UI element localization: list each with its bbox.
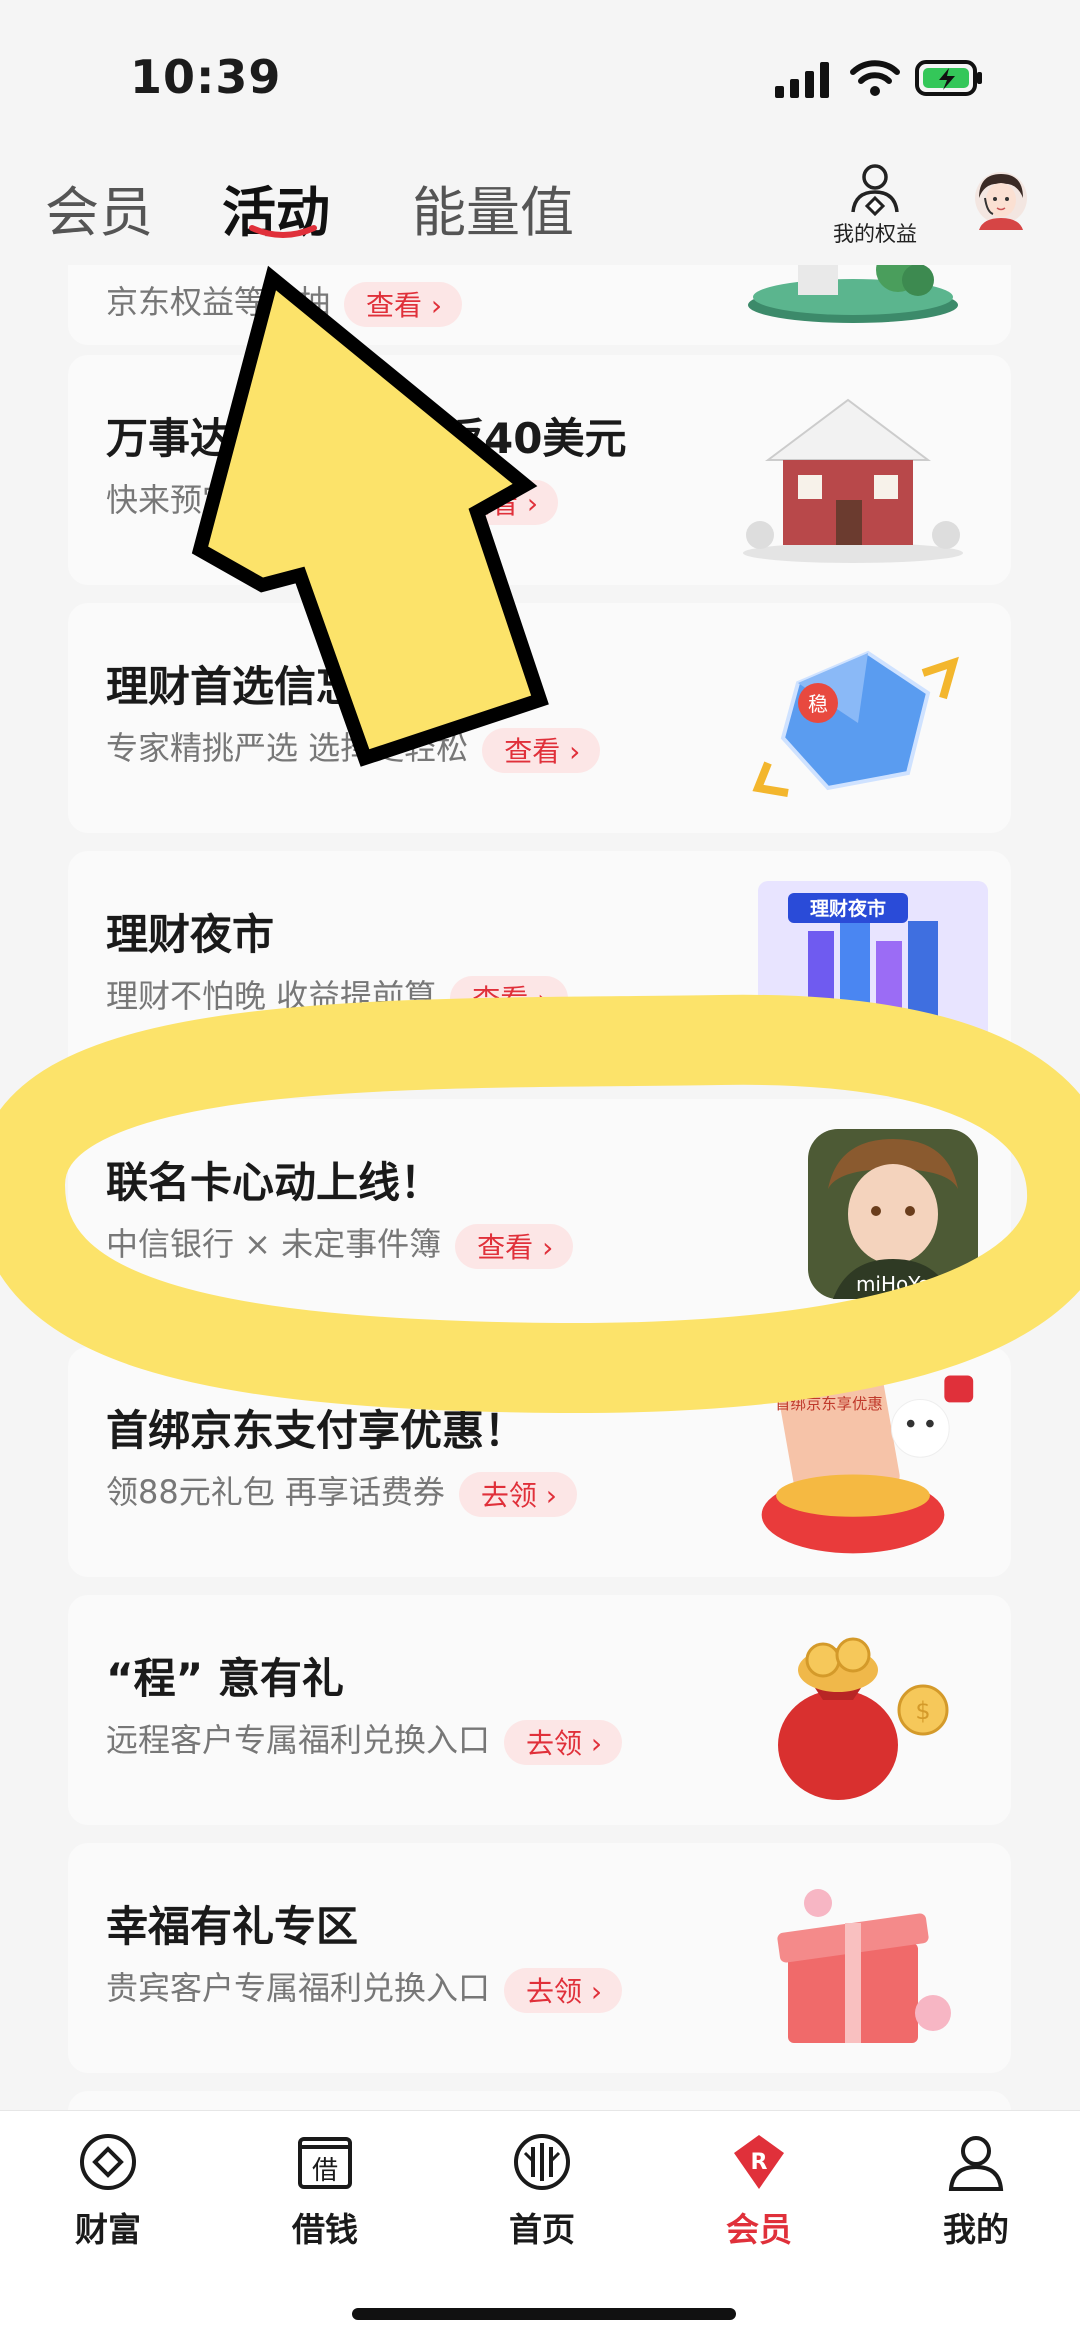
activity-list[interactable]: 京东权益等你抽 查看 › 万事达卡境外最高返40美元 快来预定境外酒店民宿 查看 ›	[0, 265, 1080, 2110]
activity-card-mastercard[interactable]: 万事达卡境外最高返40美元 快来预定境外酒店民宿 查看 ›	[68, 355, 1011, 585]
status-bar: 10:39	[0, 0, 1080, 150]
svg-text:R: R	[751, 2150, 768, 2175]
my-rights-label: 我的权益	[833, 222, 917, 246]
nav-item-home[interactable]: 首页	[472, 2131, 612, 2251]
house-illustration-icon	[743, 398, 963, 563]
card-title: 首绑京东支付享优惠！	[106, 1406, 527, 1455]
home-icon	[514, 2134, 570, 2190]
night-market-image-text: 理财夜市	[810, 897, 886, 920]
nav-item-wealth[interactable]: 财富	[38, 2131, 178, 2251]
wifi-icon	[850, 60, 900, 96]
money-bag-illustration-icon: $	[778, 1637, 949, 1800]
status-time: 10:39	[130, 50, 282, 104]
my-rights-button[interactable]: 我的权益	[825, 162, 925, 248]
card-title: 理财夜市	[106, 910, 275, 959]
activity-card-happiness-gift[interactable]: 幸福有礼专区 贵宾客户专属福利兑换入口 去领 ›	[68, 1843, 1011, 2073]
view-button[interactable]: 查看 ›	[440, 479, 559, 525]
customer-service-avatar-icon[interactable]	[973, 168, 1029, 234]
borrow-icon: 借	[298, 2137, 352, 2189]
svg-text:借: 借	[312, 2156, 338, 2186]
jd-gift-illustration-icon: 首绑京东享优惠	[761, 1367, 974, 1554]
nav-label: 借钱	[292, 2210, 358, 2249]
view-button[interactable]: 查看 ›	[450, 975, 569, 1021]
card-title: “程” 意有礼	[106, 1654, 344, 1703]
island-illustration-icon	[748, 265, 958, 323]
svg-text:稳: 稳	[808, 692, 828, 716]
profile-icon	[948, 2136, 1004, 2191]
activity-card-jd-rights[interactable]: 京东权益等你抽 查看 ›	[68, 265, 1011, 345]
claim-button[interactable]: 去领 ›	[458, 1471, 578, 1517]
mihoyo-logo-text: miHoYo	[856, 1272, 930, 1296]
battery-charging-icon	[915, 60, 982, 96]
gift-box-illustration-icon	[777, 1889, 951, 2043]
nav-label: 首页	[509, 2210, 575, 2249]
card-title: 幸福有礼专区	[106, 1902, 359, 1951]
activity-card-wealth-pick[interactable]: 理财首选信忘 专家精挑严选 选择更轻松 查看 › 稳	[68, 603, 1011, 833]
card-subtitle: 快来预定境外酒店民宿 查看 ›	[106, 475, 559, 525]
stable-gem-illustration-icon: 稳	[752, 650, 959, 797]
game-character-illustration-icon: miHoYo	[808, 1129, 978, 1299]
nav-item-profile[interactable]: 我的	[906, 2131, 1046, 2251]
activity-card-jd-pay[interactable]: 首绑京东支付享优惠！ 领88元礼包 再享话费券 去领 › 首绑京东享优惠	[68, 1347, 1011, 1577]
wealth-icon	[80, 2134, 136, 2190]
card-title: 联名卡心动上线！	[106, 1158, 443, 1207]
card-subtitle: 专家精挑严选 选择更轻松 查看 ›	[106, 723, 601, 773]
card-subtitle: 领88元礼包 再享话费券 去领 ›	[106, 1467, 578, 1517]
card-subtitle: 理财不怕晚 收益提前算 查看 ›	[106, 971, 569, 1021]
nav-label: 会员	[726, 2210, 792, 2249]
jd-gift-image-text: 首绑京东享优惠	[775, 1395, 883, 1413]
activity-card-night-market[interactable]: 理财夜市 理财不怕晚 收益提前算 查看 › 理财夜市	[68, 851, 1011, 1081]
cellular-signal-icon	[775, 62, 829, 98]
card-title: 万事达卡境外最高返40美元	[106, 414, 627, 463]
nav-label: 财富	[75, 2210, 141, 2249]
activity-card-partial[interactable]	[68, 2091, 1011, 2110]
nav-item-member[interactable]: R 会员	[689, 2131, 829, 2251]
member-icon: R	[734, 2135, 784, 2189]
nav-label: 我的	[943, 2210, 1009, 2249]
activity-card-remote-gift[interactable]: “程” 意有礼 远程客户专属福利兑换入口 去领 › $	[68, 1595, 1011, 1825]
card-subtitle: 远程客户专属福利兑换入口 去领 ›	[106, 1715, 623, 1765]
activity-card-cobrand[interactable]: 联名卡心动上线！ 中信银行 × 未定事件簿 查看 › miHoYo	[68, 1099, 1011, 1329]
tab-energy[interactable]: 能量值	[412, 168, 574, 247]
view-button[interactable]: 查看 ›	[482, 727, 601, 773]
card-subtitle: 贵宾客户专属福利兑换入口 去领 ›	[106, 1963, 623, 2013]
active-tab-indicator	[249, 225, 317, 238]
home-indicator	[352, 2308, 736, 2320]
svg-text:$: $	[915, 1697, 930, 1725]
rights-user-icon	[851, 164, 899, 216]
card-subtitle: 京东权益等你抽 查看 ›	[106, 277, 463, 327]
view-button[interactable]: 查看 ›	[455, 1223, 574, 1269]
view-button[interactable]: 查看 ›	[344, 281, 463, 327]
tab-member[interactable]: 会员	[45, 168, 153, 247]
card-title: 理财首选信忘	[106, 662, 359, 711]
night-market-illustration-icon: 理财夜市	[758, 881, 988, 1056]
claim-button[interactable]: 去领 ›	[504, 1719, 623, 1765]
claim-button[interactable]: 去领 ›	[504, 1967, 623, 2013]
nav-item-borrow[interactable]: 借 借钱	[255, 2131, 395, 2251]
card-subtitle: 中信银行 × 未定事件簿 查看 ›	[106, 1219, 574, 1269]
top-tab-bar: 会员 活动 能量值 我的权益	[0, 150, 1080, 265]
